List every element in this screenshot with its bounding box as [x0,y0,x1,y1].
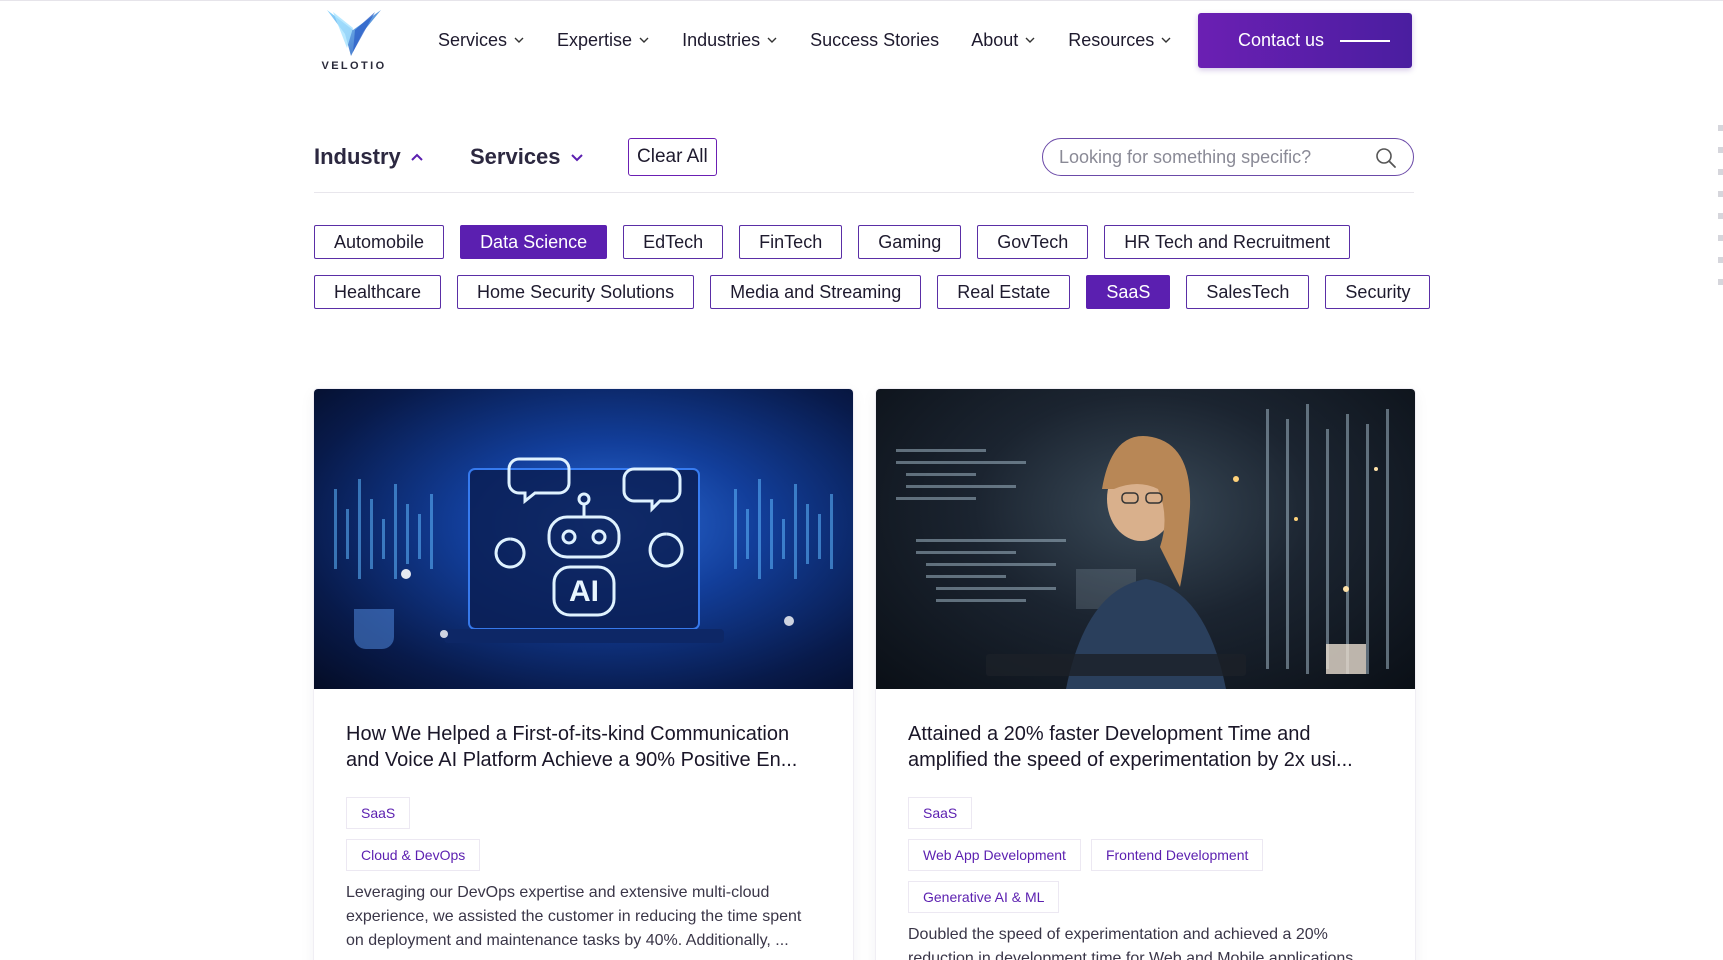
industry-filter-toggle[interactable]: Industry [314,144,425,170]
industry-chips-row-2: Healthcare Home Security Solutions Media… [314,275,1446,309]
chip-home-security[interactable]: Home Security Solutions [457,275,695,309]
card-description: Leveraging our DevOps expertise and exte… [346,884,802,949]
search-box [1042,138,1414,176]
tag-frontend-development[interactable]: Frontend Development [1090,839,1264,871]
clear-all-button[interactable]: Clear All [628,138,717,176]
tag-web-app-development[interactable]: Web App Development [908,839,1081,871]
nav-label: Industries [682,29,761,50]
logo-text: VELOTIO [321,60,387,72]
nav-industries[interactable]: Industries [682,30,778,51]
card-tags: SaaS Web App Development Frontend Develo… [908,797,1383,913]
nav-label: Expertise [557,29,633,50]
tag-cloud-devops[interactable]: Cloud & DevOps [346,839,481,871]
chip-salestech[interactable]: SalesTech [1186,275,1310,309]
nav-expertise[interactable]: Expertise [557,30,650,51]
nav-success-stories[interactable]: Success Stories [810,30,939,51]
chip-hr-tech[interactable]: HR Tech and Recruitment [1104,225,1351,259]
nav-label: Services [438,29,508,50]
nav-services[interactable]: Services [438,30,525,51]
chip-fintech[interactable]: FinTech [739,225,843,259]
success-story-card[interactable]: AI How We Helped a First-of-its-kind Com… [314,389,853,960]
chevron-down-icon [570,154,583,162]
card-title[interactable]: Attained a 20% faster Development Time a… [908,721,1383,773]
chevron-down-icon [1025,37,1035,43]
card-image-ai-robot: AI [314,389,853,689]
chip-media-streaming[interactable]: Media and Streaming [710,275,922,309]
nav-label: Resources [1068,29,1155,50]
nav-resources[interactable]: Resources [1068,30,1172,51]
search-icon[interactable] [1375,147,1397,169]
chevron-down-icon [1161,37,1171,43]
tag-generative-ai-ml[interactable]: Generative AI & ML [908,881,1060,913]
chip-edtech[interactable]: EdTech [623,225,724,259]
services-filter-toggle[interactable]: Services [470,144,585,170]
card-image-developer [876,389,1415,689]
chevron-down-icon [514,37,524,43]
chevron-down-icon [767,37,777,43]
contact-us-label: Contact us [1238,30,1325,50]
chevron-down-icon [639,37,649,43]
main-nav: Services Expertise Industries Success St… [438,26,1204,54]
nav-label: Success Stories [810,29,940,50]
chip-saas[interactable]: SaaS [1086,275,1171,309]
chip-automobile[interactable]: Automobile [314,225,445,259]
chip-security[interactable]: Security [1325,275,1431,309]
ai-image-label: AI [569,575,599,608]
card-tags: SaaS Cloud & DevOps [346,797,821,871]
success-story-card[interactable]: Attained a 20% faster Development Time a… [876,389,1415,960]
filter-divider [314,192,1414,193]
top-border [0,0,1723,1]
chevron-up-icon [411,153,423,161]
page-scroll-indicator[interactable] [1718,125,1723,285]
contact-us-button[interactable]: Contact us [1198,13,1412,68]
industry-chips-row-1: Automobile Data Science EdTech FinTech G… [314,225,1366,259]
nav-label: About [971,29,1019,50]
chip-govtech[interactable]: GovTech [977,225,1089,259]
developer-illustration [896,404,1389,689]
arrow-line-icon [1340,39,1391,42]
chip-real-estate[interactable]: Real Estate [937,275,1071,309]
card-description: Doubled the speed of experimentation and… [908,926,1367,960]
nav-about[interactable]: About [971,30,1036,51]
ai-robot-illustration: AI [334,457,833,649]
tag-saas[interactable]: SaaS [346,797,411,829]
card-title[interactable]: How We Helped a First-of-its-kind Commun… [346,721,821,773]
velotio-logo[interactable]: VELOTIO [312,8,396,74]
services-filter-label: Services [470,144,561,169]
velotio-logo-mark-icon [327,10,381,56]
filter-bar: Industry Services Clear All [314,136,1414,192]
industry-filter-label: Industry [314,144,401,169]
chip-healthcare[interactable]: Healthcare [314,275,442,309]
search-input[interactable] [1059,146,1359,168]
chip-data-science[interactable]: Data Science [460,225,608,259]
chip-gaming[interactable]: Gaming [858,225,962,259]
tag-saas[interactable]: SaaS [908,797,973,829]
